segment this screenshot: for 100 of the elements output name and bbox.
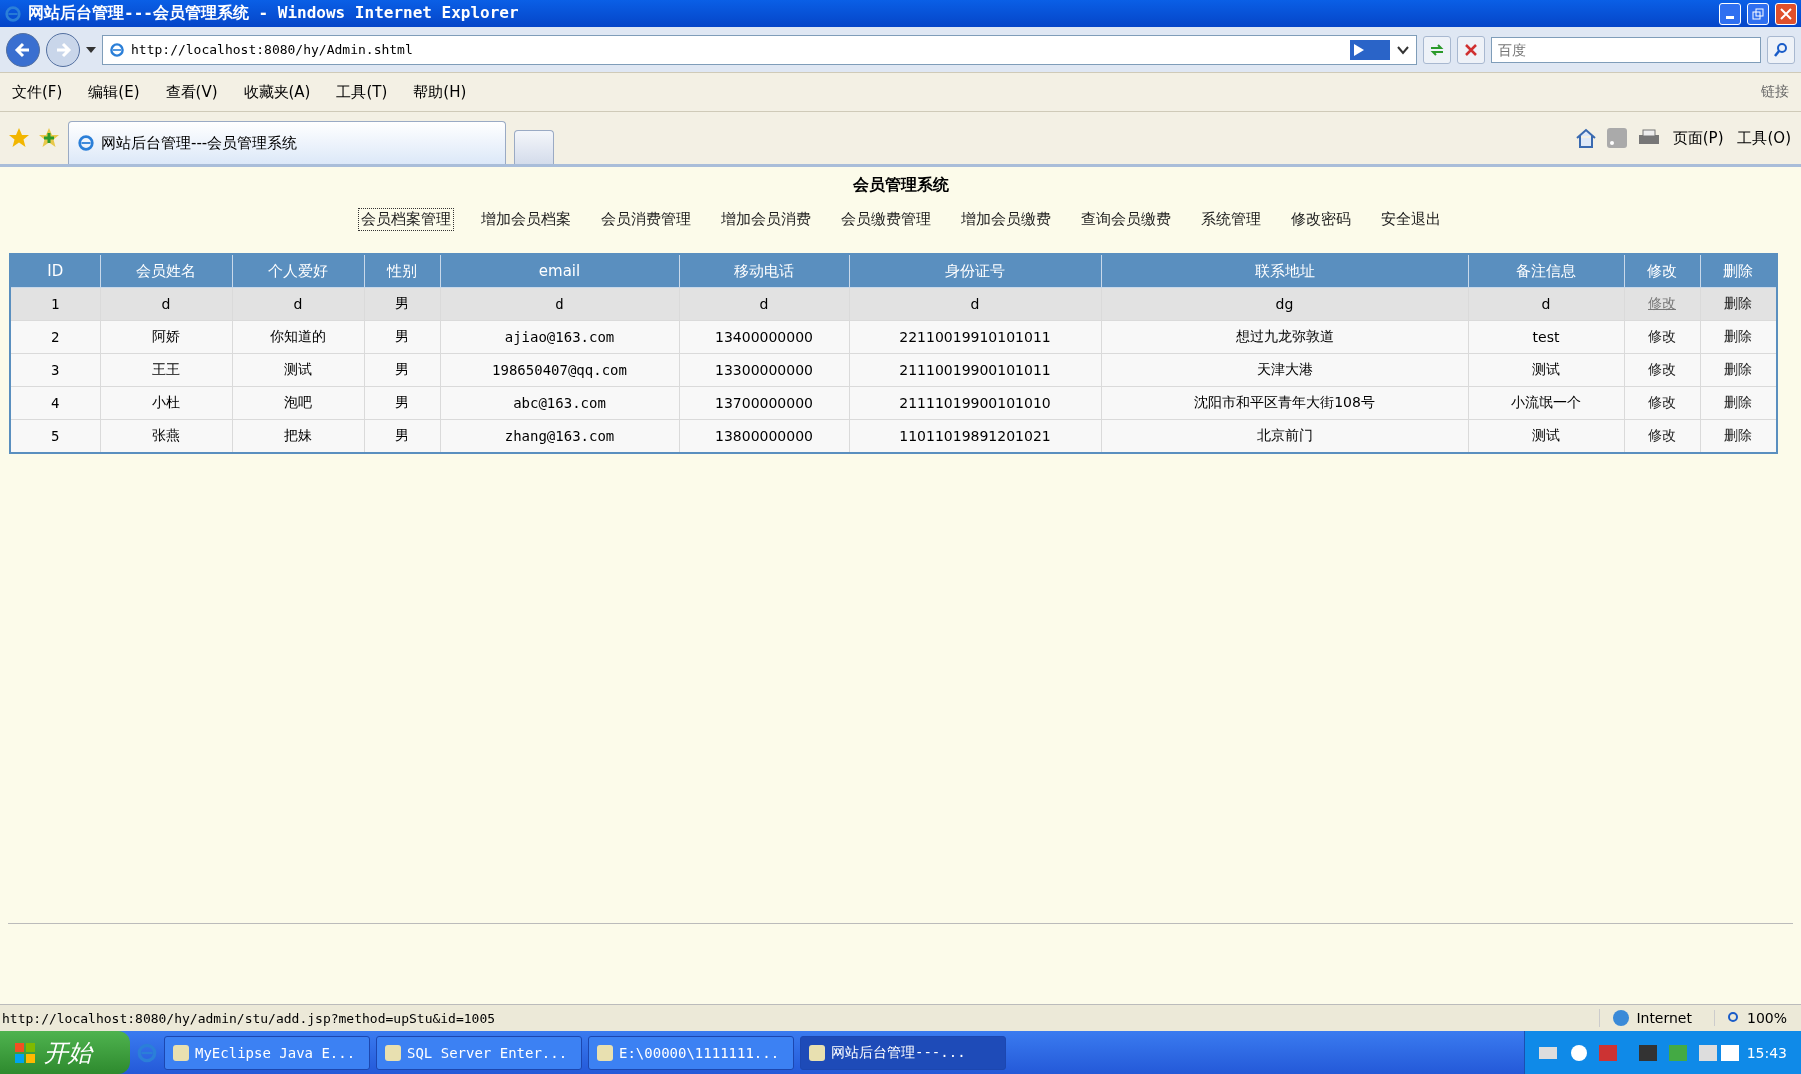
clock: 15:43 <box>1746 1044 1787 1061</box>
nav-link[interactable]: 会员消费管理 <box>597 208 694 231</box>
taskbar-button[interactable]: MyEclipse Java E... <box>164 1035 370 1070</box>
stop-icon <box>1464 42 1478 57</box>
security-zone: Internet <box>1599 1009 1704 1027</box>
table-cell: d <box>679 287 849 321</box>
browser-icon <box>136 1041 158 1064</box>
restore-button[interactable] <box>1747 2 1769 25</box>
taskbar-button[interactable]: 网站后台管理---... <box>800 1035 1006 1070</box>
taskbar-button[interactable]: E:\00000\1111111... <box>588 1035 794 1070</box>
delete-link[interactable]: 删除 <box>1724 328 1753 344</box>
links-label[interactable]: 链接 <box>1761 83 1789 101</box>
table-cell: d <box>100 287 232 321</box>
column-header: 联系地址 <box>1101 254 1468 288</box>
menu-item[interactable]: 查看(V) <box>165 82 218 102</box>
app-icon <box>173 1044 189 1061</box>
table-cell: 泡吧 <box>232 386 364 420</box>
delete-link[interactable]: 删除 <box>1724 361 1753 377</box>
app-icon <box>597 1044 613 1061</box>
table-cell: d <box>849 287 1101 321</box>
command-button[interactable]: 页面(P) <box>1670 126 1726 150</box>
table-cell: dg <box>1101 287 1468 321</box>
edit-link[interactable]: 修改 <box>1648 295 1676 311</box>
column-header: 性别 <box>364 254 440 288</box>
search-button[interactable] <box>1767 35 1795 64</box>
nav-link[interactable]: 增加会员档案 <box>477 208 574 231</box>
forward-button[interactable] <box>46 32 80 67</box>
table-cell: 沈阳市和平区青年大街108号 <box>1101 386 1468 420</box>
column-header: 修改 <box>1624 254 1700 288</box>
refresh-button[interactable] <box>1423 35 1451 64</box>
add-favorite-icon[interactable] <box>38 127 60 149</box>
back-button[interactable] <box>6 32 40 67</box>
dropdown-caret-icon[interactable] <box>86 46 96 53</box>
menu-item[interactable]: 工具(T) <box>336 82 388 102</box>
nav-link[interactable]: 安全退出 <box>1377 208 1444 231</box>
page-title: 会员管理系统 <box>852 175 949 196</box>
table-cell: 21111019900101010 <box>849 386 1101 420</box>
table-cell: 13400000000 <box>679 320 849 354</box>
delete-link[interactable]: 删除 <box>1724 427 1753 443</box>
edit-link[interactable]: 修改 <box>1648 328 1676 344</box>
windows-logo <box>14 1041 36 1064</box>
app-icon <box>809 1044 825 1061</box>
table-cell: 2 <box>10 320 100 354</box>
edit-link[interactable]: 修改 <box>1648 361 1676 377</box>
browser-tab[interactable]: 网站后台管理---会员管理系统 <box>68 121 506 164</box>
table-cell: 4 <box>10 386 100 420</box>
stop-button[interactable] <box>1457 35 1485 64</box>
nav-link[interactable]: 增加会员消费 <box>717 208 814 231</box>
nav-link[interactable]: 查询会员缴费 <box>1077 208 1174 231</box>
table-cell: 男 <box>364 353 440 387</box>
table-cell: 1 <box>10 287 100 321</box>
table-cell: d <box>232 287 364 321</box>
window-title: 网站后台管理---会员管理系统 - Windows Internet Explorer <box>28 3 520 24</box>
menu-item[interactable]: 收藏夹(A) <box>243 82 311 102</box>
minimize-button[interactable] <box>1719 2 1741 25</box>
table-cell: test <box>1468 320 1624 354</box>
zoom-control[interactable]: 100% <box>1713 1010 1799 1026</box>
menu-item[interactable]: 编辑(E) <box>88 82 140 102</box>
browser-icon <box>77 134 95 152</box>
column-header: 个人爱好 <box>232 254 364 288</box>
delete-link[interactable]: 删除 <box>1724 394 1753 410</box>
close-icon <box>1780 7 1792 20</box>
menu-item[interactable]: 文件(F) <box>12 82 63 102</box>
column-header: 删除 <box>1700 254 1777 288</box>
compatibility-icon[interactable] <box>1350 39 1390 60</box>
table-cell: 测试 <box>232 353 364 387</box>
table-cell: 3 <box>10 353 100 387</box>
delete-link[interactable]: 删除 <box>1724 295 1753 311</box>
edit-link[interactable]: 修改 <box>1648 394 1676 410</box>
browser-icon <box>4 4 22 23</box>
column-header: 身份证号 <box>849 254 1101 288</box>
table-cell: 你知道的 <box>232 320 364 354</box>
close-button[interactable] <box>1775 2 1797 25</box>
nav-link[interactable]: 增加会员缴费 <box>957 208 1054 231</box>
column-header: email <box>440 254 679 288</box>
back-arrow-icon <box>14 40 32 59</box>
search-field[interactable]: 百度 <box>1491 36 1761 63</box>
column-header: 备注信息 <box>1468 254 1624 288</box>
forward-arrow-icon <box>54 40 72 59</box>
table-cell: 13700000000 <box>679 386 849 420</box>
table-cell: 男 <box>364 287 440 321</box>
taskbar-button[interactable]: SQL Server Enter... <box>376 1035 582 1070</box>
table-cell: 21110019900101011 <box>849 353 1101 387</box>
nav-link[interactable]: 会员档案管理 <box>357 208 454 231</box>
menu-item[interactable]: 帮助(H) <box>413 82 467 102</box>
home-icon[interactable] <box>1574 127 1597 149</box>
nav-link[interactable]: 会员缴费管理 <box>837 208 934 231</box>
search-icon <box>1773 41 1789 58</box>
address-field[interactable]: http://localhost:8080/hy/Admin.shtml <box>102 34 1417 65</box>
nav-link[interactable]: 系统管理 <box>1197 208 1264 231</box>
table-cell: 小流氓一个 <box>1468 386 1624 420</box>
minimize-icon <box>1726 16 1734 19</box>
command-button[interactable]: 工具(O) <box>1735 126 1793 150</box>
table-cell: 13300000000 <box>679 353 849 387</box>
nav-link[interactable]: 修改密码 <box>1287 208 1354 231</box>
restore-icon <box>1752 7 1764 20</box>
favorites-star-icon[interactable] <box>8 127 30 149</box>
edit-link[interactable]: 修改 <box>1648 427 1676 443</box>
table-cell: 小杜 <box>100 386 232 420</box>
table-cell: 王王 <box>100 353 232 387</box>
